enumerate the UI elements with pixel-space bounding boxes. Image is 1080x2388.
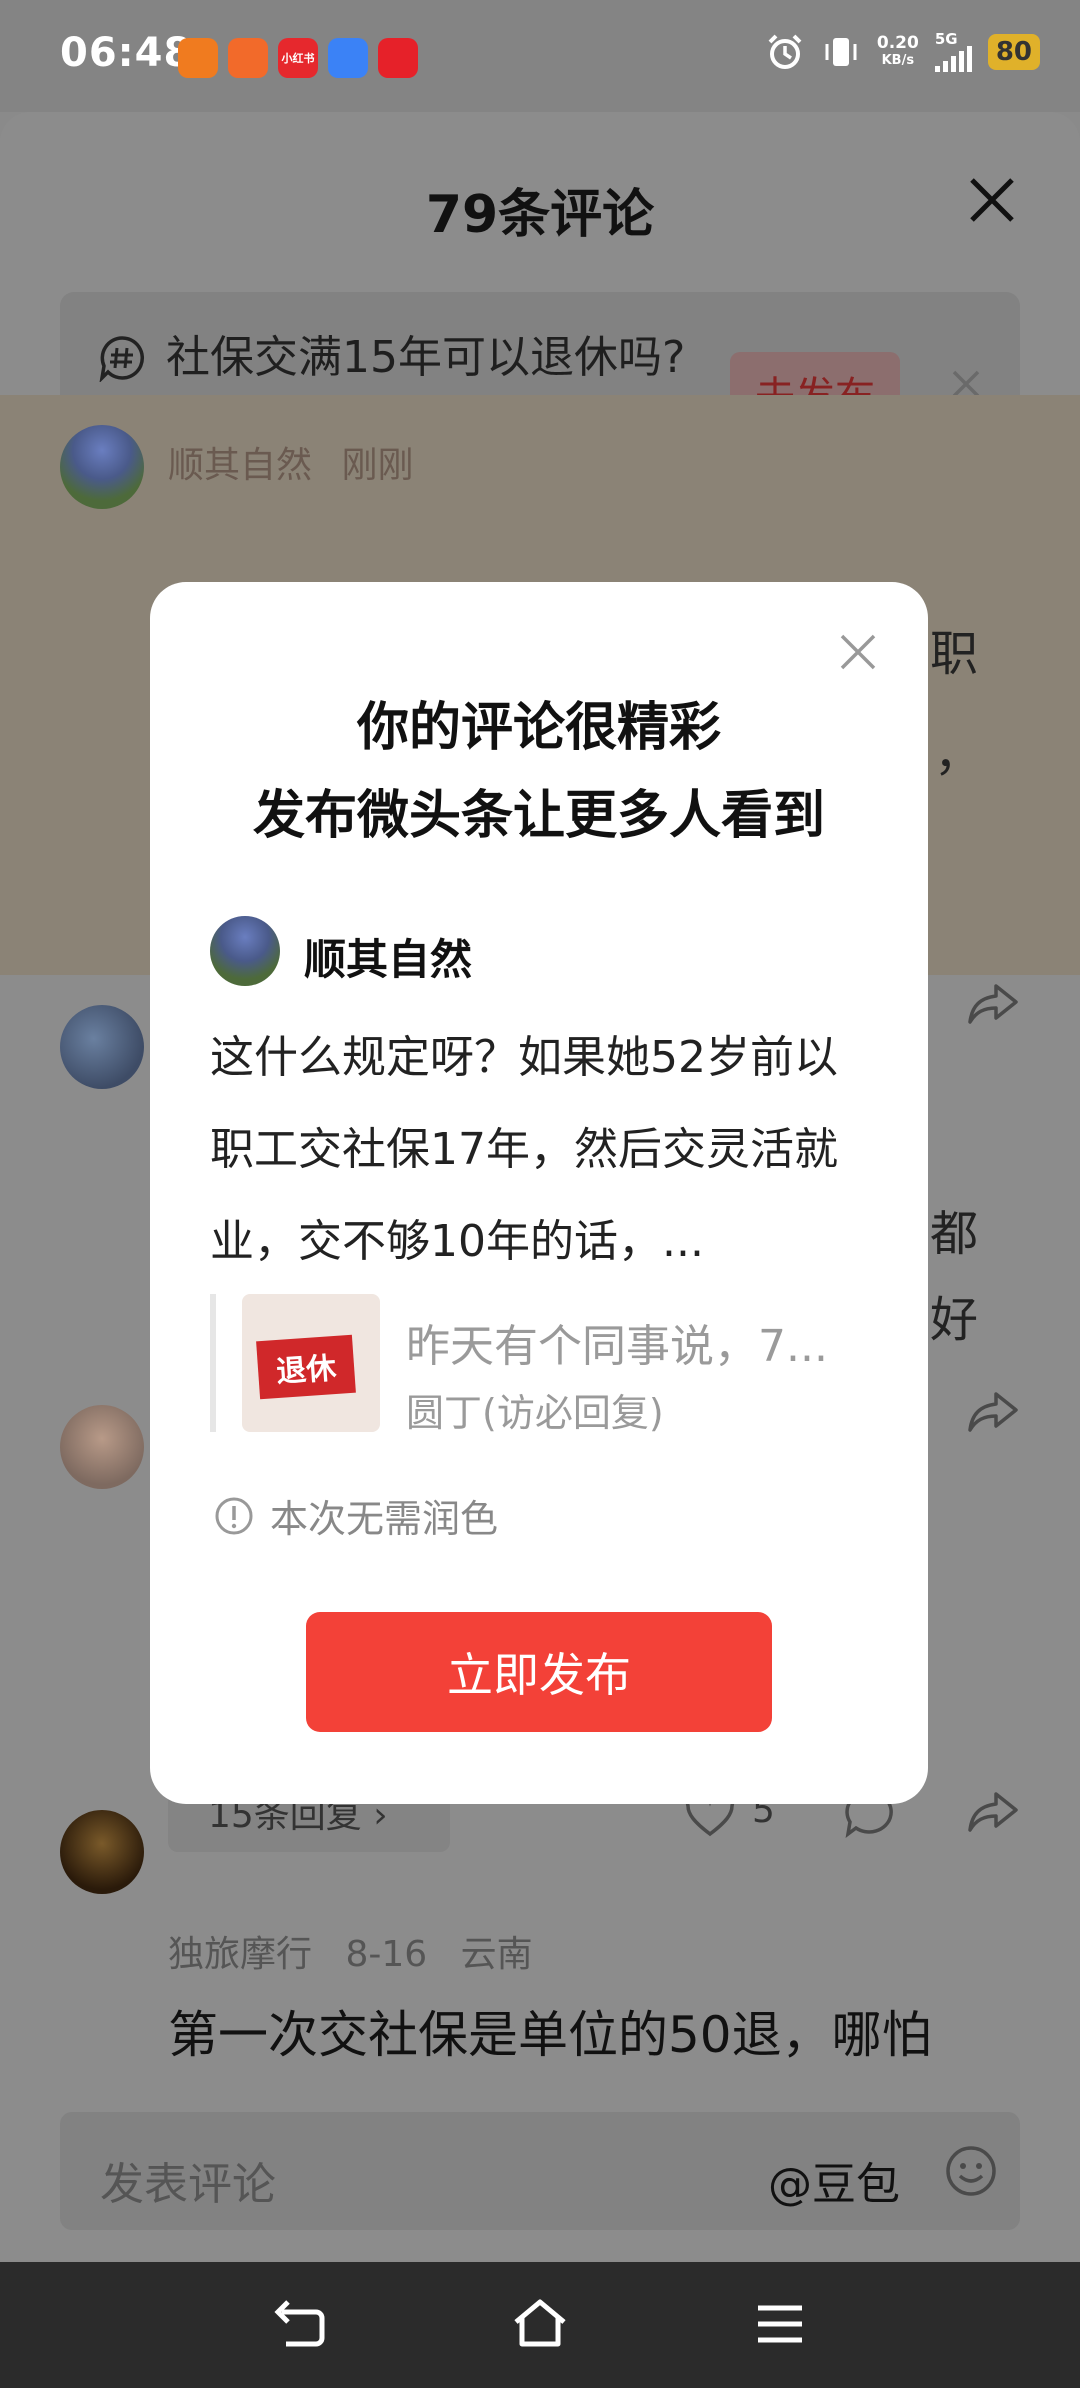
red-app-icon [378,38,418,78]
avatar[interactable] [60,1005,144,1089]
dialog-title: 你的评论很精彩 发布微头条让更多人看到 [150,684,928,860]
dialog-close-icon[interactable] [838,632,878,672]
net-speed-value: 0.20 [876,33,919,53]
comment-meta: 独旅摩行 8-16 云南 [168,1925,533,1977]
status-indicators: 0.20 KB/s 5G 80 [765,32,1040,72]
quoted-article: 退休 昨天有个同事说，7... 圆丁(访必回复) [210,1294,850,1432]
status-bar: 06:48 小红书 0.20 KB/s 5G 80 [0,0,1080,112]
vibrate-icon [825,38,857,66]
comment-location: 云南 [460,1934,533,1975]
note-text: 本次无需润色 [270,1497,499,1541]
signal-icon [934,46,972,72]
alarm-icon [768,34,802,69]
comment-author[interactable]: 独旅摩行 [168,1934,312,1975]
comment-text-fragment: ， [934,726,983,782]
publish-now-button[interactable]: 立即发布 [306,1612,772,1732]
status-time: 06:48 [60,30,193,76]
home-icon[interactable] [512,2298,568,2350]
dialog-title-line1: 你的评论很精彩 [356,698,721,758]
share-icon[interactable] [966,1788,1020,1836]
signal-block: 5G [934,30,972,72]
avatar[interactable] [60,1810,144,1894]
share-icon[interactable] [966,980,1020,1028]
comment-text-fragment: 都 [930,1206,979,1262]
net-speed-unit: KB/s [881,53,915,68]
share-icon[interactable] [966,1388,1020,1436]
article-author: 圆丁(访必回复) [406,1391,664,1432]
author-avatar [210,916,280,986]
network-type: 5G [934,30,958,48]
info-icon [215,1497,253,1534]
xiaohongshu-app-icon: 小红书 [278,38,318,78]
publish-dialog: 你的评论很精彩 发布微头条让更多人看到 顺其自然 这什么规定呀？如果她52岁前以… [150,582,928,1804]
emoji-icon[interactable] [944,2144,998,2198]
menu-icon[interactable] [752,2298,808,2350]
comment-preview: 这什么规定呀？如果她52岁前以职工交社保17年，然后交灵活就业，交不够10年的话… [210,1032,838,1267]
author-name: 顺其自然 [304,935,473,984]
comment-text-fragment: 好 [930,1292,979,1348]
status-app-icons: 小红书 [178,38,418,78]
battery-indicator: 80 [987,34,1040,70]
thumbnail-label: 退休 [256,1334,356,1400]
comment-input[interactable]: 发表评论 @豆包 [60,2112,1020,2230]
mention-doubao-button[interactable]: @豆包 [768,2148,900,2212]
net-speed: 0.20 KB/s [877,34,919,70]
docs-app-icon [328,38,368,78]
topic-text: 社保交满15年可以退休吗? [166,332,686,383]
orange-app-icon [178,38,218,78]
back-icon[interactable] [272,2298,328,2350]
no-polish-note: 本次无需润色 [214,1488,498,1543]
comment-time: 8-16 [345,1934,428,1975]
comment-author[interactable]: 顺其自然 [168,445,312,486]
dialog-title-line2: 发布微头条让更多人看到 [252,786,825,846]
grid-app-icon [228,38,268,78]
comment-text: 第一次交社保是单位的50退，哪怕 [168,2006,932,2064]
avatar[interactable] [60,1405,144,1489]
comment-time: 刚刚 [341,445,414,486]
comment-input-placeholder: 发表评论 [100,2159,276,2210]
system-nav-bar [0,2262,1080,2388]
close-icon[interactable] [964,172,1020,228]
article-title: 昨天有个同事说，7... [406,1321,828,1372]
avatar[interactable] [60,425,144,509]
article-thumbnail: 退休 [242,1294,380,1432]
comment-text-fragment: 职 [930,626,979,682]
comment-meta: 顺其自然 刚刚 [168,436,413,488]
sheet-title: 79条评论 [425,185,655,245]
